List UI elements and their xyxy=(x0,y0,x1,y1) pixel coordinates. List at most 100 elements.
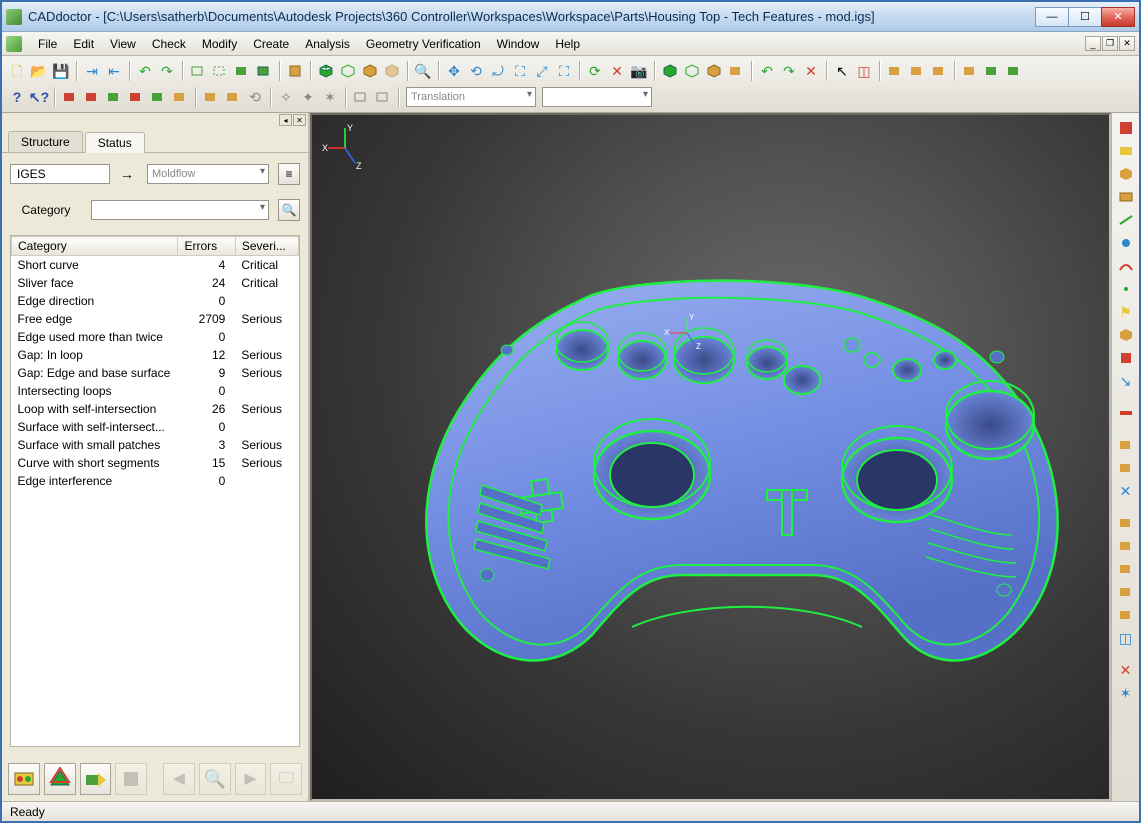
table-row[interactable]: Loop with self-intersection26Serious xyxy=(12,400,299,418)
tool-c-icon[interactable] xyxy=(103,86,125,108)
heal-next-icon[interactable] xyxy=(80,763,112,795)
sub-select[interactable] xyxy=(542,87,652,107)
mdi-restore-button[interactable]: ❐ xyxy=(1102,36,1118,51)
menu-check[interactable]: Check xyxy=(144,35,194,53)
transparent-box-icon[interactable] xyxy=(381,60,403,82)
filter3-icon[interactable] xyxy=(1003,60,1025,82)
spark2-icon[interactable]: ✦ xyxy=(297,86,319,108)
heal-step-icon[interactable] xyxy=(44,763,76,795)
table-row[interactable]: Surface with small patches3Serious xyxy=(12,436,299,454)
menu-view[interactable]: View xyxy=(102,35,144,53)
rt-mode1-icon[interactable]: ✕ xyxy=(1115,659,1137,681)
rt-sel5-icon[interactable] xyxy=(1115,604,1137,626)
import-icon[interactable]: ⇥ xyxy=(81,60,103,82)
fit-icon[interactable]: ⛶ xyxy=(553,60,575,82)
rt-edge-icon[interactable] xyxy=(1115,209,1137,231)
select-item2-icon[interactable] xyxy=(906,60,928,82)
filter1-icon[interactable] xyxy=(959,60,981,82)
filter2-icon[interactable] xyxy=(981,60,1003,82)
rt-filter2-icon[interactable] xyxy=(1115,457,1137,479)
nav-back-icon[interactable]: ◄ xyxy=(163,763,195,795)
table-row[interactable]: Sliver face24Critical xyxy=(12,274,299,292)
pointer-icon[interactable]: ↖ xyxy=(831,60,853,82)
mdi-minimize-button[interactable]: _ xyxy=(1085,36,1101,51)
prev-icon[interactable]: ↶ xyxy=(756,60,778,82)
table-row[interactable]: Edge interference0 xyxy=(12,472,299,490)
rt-point-icon[interactable] xyxy=(1115,278,1137,300)
export-icon[interactable]: ⇤ xyxy=(103,60,125,82)
panel-close-icon[interactable]: ✕ xyxy=(293,114,306,126)
menu-analysis[interactable]: Analysis xyxy=(297,35,358,53)
menu-modify[interactable]: Modify xyxy=(194,35,245,53)
wireframe-icon[interactable] xyxy=(187,60,209,82)
target-format-select[interactable]: Moldflow xyxy=(147,164,269,184)
menu-help[interactable]: Help xyxy=(547,35,588,53)
rt-flag-icon[interactable]: ⚑ xyxy=(1115,301,1137,323)
hidden-line-icon[interactable] xyxy=(209,60,231,82)
rt-filter1-icon[interactable] xyxy=(1115,434,1137,456)
spark1-icon[interactable]: ✧ xyxy=(275,86,297,108)
category-select[interactable] xyxy=(91,200,269,220)
rt-sel6-icon[interactable]: ◫ xyxy=(1115,627,1137,649)
tab-status[interactable]: Status xyxy=(85,132,145,153)
zoom-icon[interactable]: 🔍 xyxy=(412,60,434,82)
close-button[interactable] xyxy=(1101,7,1135,27)
iso-box2-icon[interactable] xyxy=(337,60,359,82)
rt-solid-icon[interactable] xyxy=(1115,347,1137,369)
rt-layers-icon[interactable] xyxy=(1115,140,1137,162)
view4-icon[interactable] xyxy=(725,60,747,82)
panel-pin-icon[interactable]: ◂ xyxy=(279,114,292,126)
menu-file[interactable]: File xyxy=(30,35,65,53)
rt-measure-icon[interactable] xyxy=(1115,402,1137,424)
table-row[interactable]: Free edge2709Serious xyxy=(12,310,299,328)
grid1-icon[interactable] xyxy=(350,86,372,108)
rt-tool1-icon[interactable]: ↘ xyxy=(1115,370,1137,392)
context-help-icon[interactable]: ↖? xyxy=(28,86,50,108)
rt-sel1-icon[interactable] xyxy=(1115,512,1137,534)
table-row[interactable]: Edge used more than twice0 xyxy=(12,328,299,346)
delete-view-icon[interactable]: ✕ xyxy=(606,60,628,82)
tool-i-icon[interactable]: ⟲ xyxy=(244,86,266,108)
rt-curve-icon[interactable] xyxy=(1115,255,1137,277)
col-errors[interactable]: Errors xyxy=(178,237,235,256)
table-row[interactable]: Gap: In loop12Serious xyxy=(12,346,299,364)
reset-view-icon[interactable]: ⟳ xyxy=(584,60,606,82)
tool-h-icon[interactable] xyxy=(222,86,244,108)
rt-sel2-icon[interactable] xyxy=(1115,535,1137,557)
view1-icon[interactable] xyxy=(659,60,681,82)
rt-grid-icon[interactable] xyxy=(1115,117,1137,139)
table-row[interactable]: Gap: Edge and base surface9Serious xyxy=(12,364,299,382)
table-row[interactable]: Short curve4Critical xyxy=(12,256,299,275)
select-item3-icon[interactable] xyxy=(928,60,950,82)
search-icon[interactable]: 🔍 xyxy=(278,199,300,221)
mdi-close-button[interactable]: ✕ xyxy=(1119,36,1135,51)
format-options-icon[interactable]: ≡ xyxy=(278,163,300,185)
undo-icon[interactable]: ↶ xyxy=(134,60,156,82)
rt-sel3-icon[interactable] xyxy=(1115,558,1137,580)
rt-body-icon[interactable] xyxy=(1115,163,1137,185)
tab-structure[interactable]: Structure xyxy=(8,131,83,152)
save-file-icon[interactable]: 💾 xyxy=(50,60,72,82)
tool-d-icon[interactable] xyxy=(125,86,147,108)
help-icon[interactable]: ? xyxy=(6,86,28,108)
rt-shell-icon[interactable] xyxy=(1115,324,1137,346)
tool-g-icon[interactable] xyxy=(200,86,222,108)
orbit-icon[interactable]: ⤾ xyxy=(487,60,509,82)
rotate-icon[interactable]: ⟲ xyxy=(465,60,487,82)
select-item1-icon[interactable] xyxy=(884,60,906,82)
new-file-icon[interactable]: 🗋 xyxy=(6,60,28,82)
table-row[interactable]: Surface with self-intersect...0 xyxy=(12,418,299,436)
tool-f-icon[interactable] xyxy=(169,86,191,108)
nav-zoom-icon[interactable]: 🔍 xyxy=(199,763,231,795)
grid2-icon[interactable] xyxy=(372,86,394,108)
nav-forward-icon[interactable]: ► xyxy=(235,763,267,795)
select-box-icon[interactable]: ◫ xyxy=(853,60,875,82)
rt-face-icon[interactable] xyxy=(1115,186,1137,208)
tool-a-icon[interactable] xyxy=(59,86,81,108)
menu-edit[interactable]: Edit xyxy=(65,35,102,53)
rt-mode2-icon[interactable]: ✶ xyxy=(1115,682,1137,704)
shaded-icon[interactable] xyxy=(231,60,253,82)
rt-vertex-icon[interactable] xyxy=(1115,232,1137,254)
next-icon[interactable]: ↷ xyxy=(778,60,800,82)
menu-window[interactable]: Window xyxy=(489,35,548,53)
